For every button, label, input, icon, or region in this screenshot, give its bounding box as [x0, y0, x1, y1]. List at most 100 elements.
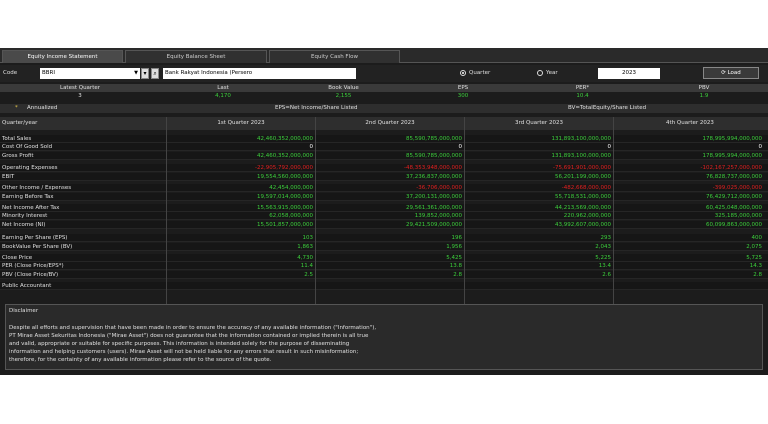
- column-q4: 4th Quarter 2023: [666, 120, 714, 126]
- row-label: PBV (Close Price/BV): [2, 272, 59, 278]
- table-cell: 2.6: [602, 272, 611, 278]
- row-label: Public Accountant: [2, 283, 52, 289]
- table-cell: 1,863: [297, 244, 313, 250]
- table-cell: 11.4: [300, 263, 313, 269]
- table-cell: 62,058,000,000: [269, 213, 313, 219]
- column-q3: 3rd Quarter 2023: [515, 120, 563, 126]
- summary-eps: 300: [457, 93, 469, 99]
- summary-pbv: 1.9: [699, 93, 709, 99]
- code-dropdown-button[interactable]: ▾: [141, 68, 149, 79]
- table-row: Operating Expenses -22,905,792,000,000 -48…: [0, 164, 768, 172]
- table-cell: -36,706,000,000: [416, 185, 462, 191]
- table-cell: 0: [458, 144, 463, 150]
- table-row: BookValue Per Share (BV) 1,863 1,956 2,043 2…: [0, 243, 768, 251]
- table-cell: 76,429,712,000,000: [706, 194, 762, 200]
- table-cell: 37,200,131,000,000: [406, 194, 462, 200]
- load-button-label: Load: [727, 70, 741, 76]
- table-cell: 19,597,014,000,000: [257, 194, 313, 200]
- row-label: BookValue Per Share (BV): [2, 244, 73, 250]
- table-cell: 55,718,531,000,000: [555, 194, 611, 200]
- quarter-label: Quarter: [469, 70, 491, 76]
- table-row: Public Accountant: [0, 282, 768, 290]
- disclaimer-line: and valid, appropriate or suitable for s…: [9, 341, 350, 347]
- company-name-field: Bank Rakyat Indonesia (Persero: [163, 68, 356, 79]
- search-icon[interactable]: ⌕: [151, 68, 159, 79]
- table-row: Total Sales 42,460,352,000,000 85,590,785,…: [0, 135, 768, 143]
- table-row: Cost Of Good Sold 0 0 0 0: [0, 143, 768, 151]
- disclaimer-line: Despite all efforts and supervision that…: [9, 325, 377, 331]
- eps-formula-note: EPS=Net Income/Share Listed: [275, 105, 358, 111]
- table-cell: 44,213,569,000,000: [555, 205, 611, 211]
- row-label: Cost Of Good Sold: [2, 144, 53, 150]
- row-label: EBIT: [2, 174, 15, 180]
- code-label: Code: [3, 70, 18, 76]
- table-cell: 19,554,560,000,000: [257, 174, 313, 180]
- table-cell: 56,201,199,000,000: [555, 174, 611, 180]
- summary-value-row: 3 4,170 2,155 300 10.4 1.9: [0, 92, 768, 101]
- table-cell: 220,962,000,000: [563, 213, 611, 219]
- table-cell: 131,893,100,000,000: [551, 153, 611, 159]
- table-cell: 139,852,000,000: [414, 213, 462, 219]
- table-cell: 178,995,994,000,000: [702, 136, 762, 142]
- table-cell: 29,421,509,000,000: [406, 222, 462, 228]
- table-cell: 43,992,607,000,000: [555, 222, 611, 228]
- table-row: EBIT 19,554,560,000,000 37,236,837,000,000…: [0, 173, 768, 181]
- table-cell: 325,185,000,000: [714, 213, 762, 219]
- table-row: PBV (Close Price/BV) 2.5 2.8 2.6 2.8: [0, 271, 768, 279]
- chevron-down-icon[interactable]: ▼: [134, 68, 138, 79]
- summary-last: 4,170: [215, 93, 231, 99]
- annualized-note: Annualized: [27, 105, 58, 111]
- table-cell: 0: [758, 144, 763, 150]
- code-value: BBRI: [42, 70, 55, 76]
- row-label: Operating Expenses: [2, 165, 58, 171]
- row-label: Net Income After Tax: [2, 205, 60, 211]
- table-cell: 5,225: [595, 255, 611, 261]
- year-input[interactable]: 2023: [598, 68, 660, 79]
- row-label: PER (Close Price/EPS*): [2, 263, 64, 269]
- table-cell: 14.3: [749, 263, 762, 269]
- tab-equity-cash-flow[interactable]: Equity Cash Flow: [269, 50, 400, 63]
- table-cell: 1,956: [446, 244, 462, 250]
- company-name: Bank Rakyat Indonesia (Persero: [165, 70, 253, 76]
- table-row: Net Income (NI) 15,501,857,000,000 29,421,…: [0, 221, 768, 229]
- table-cell: 293: [600, 235, 612, 241]
- table-cell: 42,460,352,000,000: [257, 153, 313, 159]
- quarter-radio[interactable]: [460, 70, 466, 76]
- table-cell: 131,893,100,000,000: [551, 136, 611, 142]
- table-cell: 0: [607, 144, 612, 150]
- tab-equity-balance-sheet[interactable]: Equity Balance Sheet: [125, 50, 267, 63]
- table-row: Minority Interest 62,058,000,000 139,852,0…: [0, 212, 768, 220]
- table-cell: 0: [309, 144, 314, 150]
- table-cell: 60,099,863,000,000: [706, 222, 762, 228]
- row-label: Gross Profit: [2, 153, 34, 159]
- row-label: Other Income / Expenses: [2, 185, 72, 191]
- summary-header-last: Last: [217, 85, 229, 91]
- table-cell: 2.8: [453, 272, 462, 278]
- table-cell: 2.8: [753, 272, 762, 278]
- tab-bar: Equity Income Statement Equity Balance S…: [0, 48, 768, 63]
- table-header-label: Quarter/year: [2, 120, 38, 126]
- table-cell: 76,828,737,000,000: [706, 174, 762, 180]
- table-header-row: Quarter/year 1st Quarter 2023 2nd Quarte…: [0, 117, 768, 130]
- disclaimer-box: Disclaimer Despite all efforts and super…: [5, 304, 763, 370]
- table-row: Earning Before Tax 19,597,014,000,000 37,2…: [0, 193, 768, 201]
- table-cell: 2,075: [746, 244, 762, 250]
- table-cell: -482,668,000,000: [561, 185, 611, 191]
- row-label: Minority Interest: [2, 213, 48, 219]
- table-cell: 29,561,361,000,000: [406, 205, 462, 211]
- table-row: Earning Per Share (EPS) 103 196 293 400: [0, 234, 768, 242]
- control-bar: Code BBRI ▼ ▾ ⌕ Bank Rakyat Indonesia (P…: [0, 65, 768, 82]
- table-row: Other Income / Expenses 42,454,000,000 -36…: [0, 184, 768, 192]
- row-label: Net Income (NI): [2, 222, 46, 228]
- code-input[interactable]: BBRI ▼: [40, 68, 140, 79]
- year-radio[interactable]: [537, 70, 543, 76]
- load-button[interactable]: ⟳ Load: [703, 67, 759, 79]
- table-row: Net Income After Tax 15,563,915,000,000 29…: [0, 204, 768, 212]
- table-cell: 85,590,785,000,000: [406, 153, 462, 159]
- table-cell: 13.4: [598, 263, 611, 269]
- tab-equity-income-statement[interactable]: Equity Income Statement: [2, 50, 123, 63]
- table-cell: -75,691,901,000,000: [553, 165, 611, 171]
- table-cell: -48,353,948,000,000: [404, 165, 462, 171]
- table-cell: -102,167,257,000,000: [700, 165, 762, 171]
- summary-header-pbv: PBV: [698, 85, 710, 91]
